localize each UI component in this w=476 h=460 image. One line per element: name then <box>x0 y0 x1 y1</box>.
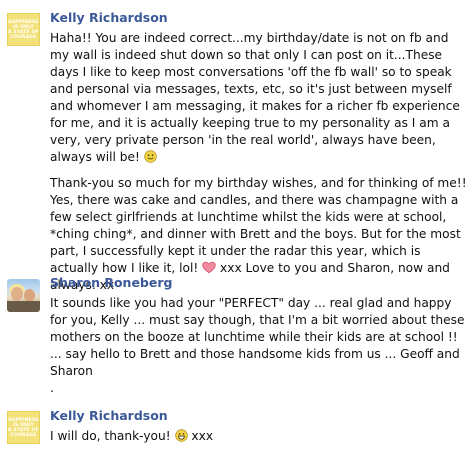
comment-text: Haha!! You are indeed correct...my birth… <box>50 30 470 166</box>
avatar[interactable]: Happiness is only a state of courage <box>7 411 40 444</box>
avatar-logo-line: courage <box>10 432 37 438</box>
comment-text: It sounds like you had your "PERFECT" da… <box>50 296 465 378</box>
comment-tail: xxx <box>187 429 214 443</box>
comment-author[interactable]: Sharon Roneberg <box>50 275 470 291</box>
comment-trailing-text: . <box>50 381 54 395</box>
comment-author[interactable]: Kelly Richardson <box>50 10 470 26</box>
comment-author[interactable]: Kelly Richardson <box>50 408 470 424</box>
comment-paragraph: I will do, thank-you! <box>50 429 171 443</box>
smile-emoticon-icon <box>143 150 157 163</box>
grin-emoticon-icon <box>174 429 188 442</box>
avatar-logo-line: courage <box>10 34 37 40</box>
avatar[interactable]: Happiness is only a state of courage <box>7 13 40 46</box>
comment-text: I will do, thank-you! xxx <box>50 428 470 445</box>
comment-paragraph: Haha!! You are indeed correct...my birth… <box>50 31 460 164</box>
avatar[interactable] <box>7 279 40 312</box>
heart-emoticon-icon <box>202 261 216 274</box>
